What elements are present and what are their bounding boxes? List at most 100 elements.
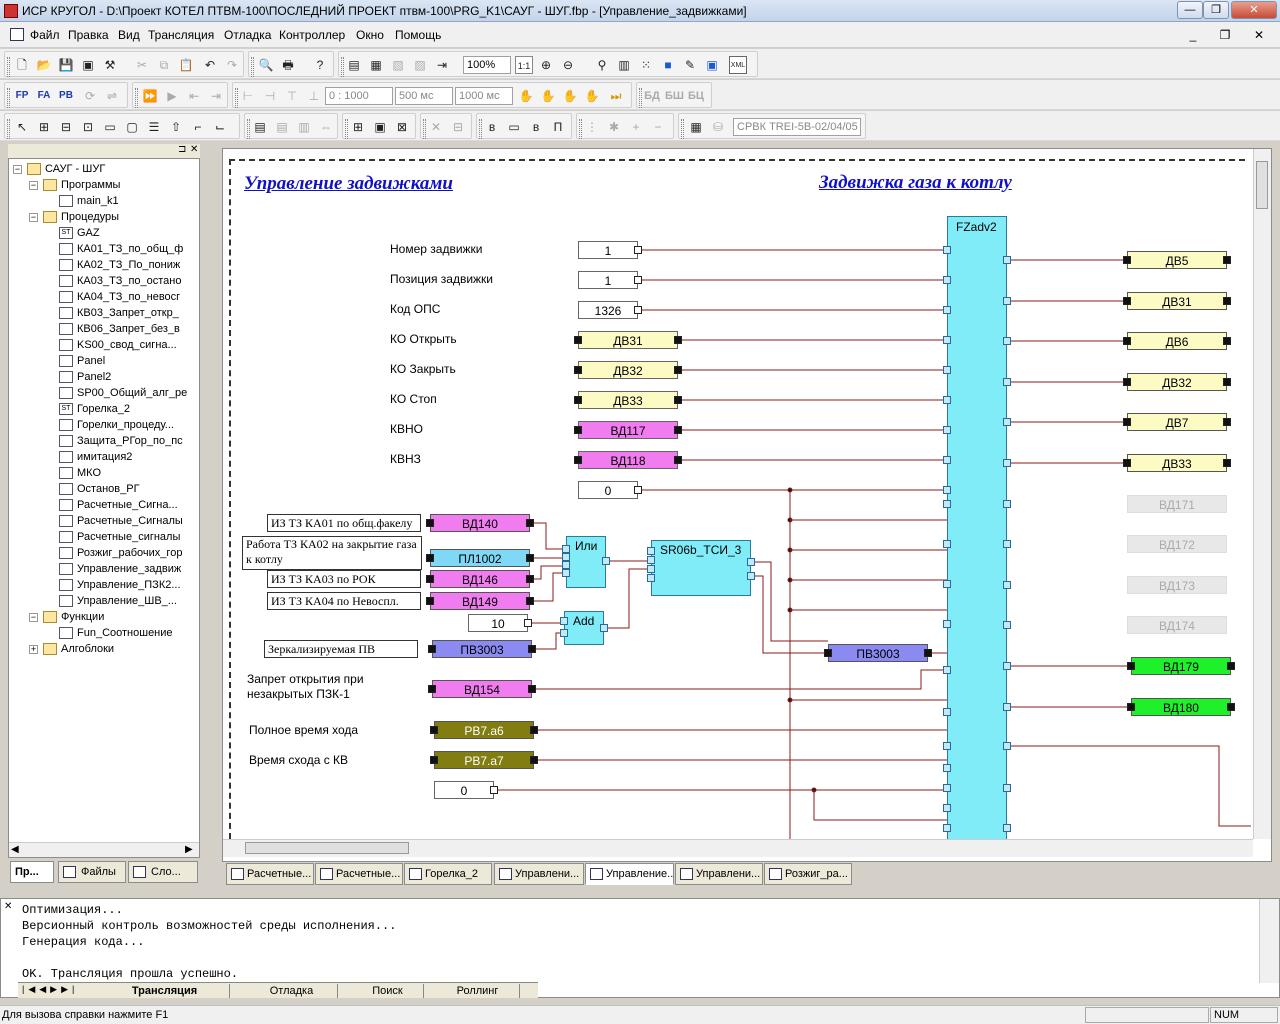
menu-debug[interactable]: Отладка [224,28,271,42]
right-terminal[interactable] [1223,378,1231,386]
output-tab-1[interactable]: Отладка [246,984,338,998]
save-all-icon[interactable]: ▣ [79,56,97,74]
pv3003-output[interactable]: ПВ3003 [828,644,928,662]
block-pin[interactable] [943,366,951,374]
block-pin[interactable] [1003,581,1011,589]
input-variable[interactable]: ДВ31 [578,331,678,349]
left-terminal[interactable] [1123,418,1131,426]
database-icon[interactable]: ▣ [703,56,721,74]
table-icon[interactable]: ▥ [615,56,633,74]
layout-1-icon[interactable]: ▤ [251,118,269,136]
output-variable[interactable]: ВД173 [1127,576,1227,594]
block-b2-icon[interactable]: ʙ [527,118,545,136]
output-variable[interactable]: ВД180 [1131,698,1231,716]
input-variable[interactable]: ДВ33 [578,391,678,409]
layout-2-icon[interactable]: ▤ [273,118,291,136]
output-tab-0[interactable]: Трансляция [100,984,230,998]
const-0[interactable]: 0 [434,781,494,799]
tree-item[interactable]: KS00_свод_сигна... [77,337,177,353]
left-terminal[interactable] [574,396,582,404]
comment[interactable]: Зеркализируемая ПВ [264,640,418,658]
step-over-icon[interactable]: ⇤ [185,87,203,105]
block-pin[interactable] [943,456,951,464]
left-tab-files[interactable]: Файлы [58,861,126,883]
tree-item[interactable]: Программы [61,177,120,193]
block-pin[interactable] [1003,337,1011,345]
left-terminal[interactable] [426,519,434,527]
input-variable[interactable]: 1 [578,271,638,289]
diagram-editor[interactable]: Управление задвижками Задвижка газа к кот… [222,148,1272,862]
new-file-icon[interactable]: 🗋 [13,56,31,74]
tree-expander[interactable]: − [13,165,22,174]
tree-item[interactable]: Горелки_процеду... [77,417,174,433]
block-pin[interactable] [943,784,951,792]
menu-view[interactable]: Вид [118,28,140,42]
redo-icon[interactable]: ↷ [223,56,241,74]
block-pin[interactable] [560,629,568,637]
right-terminal[interactable] [1223,459,1231,467]
left-terminal[interactable] [428,685,436,693]
hand-red-icon[interactable]: ✋ [539,87,557,105]
menu-file[interactable]: Файл [30,28,60,42]
right-terminal[interactable] [526,519,534,527]
input-variable[interactable]: ВД117 [578,421,678,439]
hand-icon[interactable]: ✋ [517,87,535,105]
block-pin[interactable] [943,486,951,494]
doc-tab[interactable]: Розжиг_ра... [764,863,852,885]
block-p-icon[interactable]: Π [549,118,567,136]
zoom-select[interactable]: 100% [463,56,511,74]
input-variable[interactable]: 1326 [578,301,638,319]
delete-2-icon[interactable]: ⊟ [449,118,467,136]
align-2-icon[interactable]: ▣ [371,118,389,136]
step-out-icon[interactable]: ⇥ [207,87,225,105]
right-terminal[interactable] [924,649,932,657]
block-pin[interactable] [943,804,951,812]
right-terminal[interactable] [634,306,642,314]
controller-2-icon[interactable]: ⛁ [709,118,727,136]
right-terminal[interactable] [526,597,534,605]
signal-variable[interactable]: РВ7.а6 [434,721,534,739]
vscroll-thumb[interactable] [1256,161,1268,209]
tree-item[interactable]: Расчетные_сигналы [77,529,180,545]
copy-icon[interactable]: ⧉ [155,56,173,74]
tree-item[interactable]: КВ06_Запрет_без_в [77,321,180,337]
left-terminal[interactable] [1123,297,1131,305]
block-pin[interactable] [943,426,951,434]
block-pin[interactable] [943,764,951,772]
block-pin[interactable] [943,306,951,314]
left-terminal[interactable] [574,366,582,374]
diagram-hscrollbar[interactable] [223,839,1253,857]
input-variable[interactable]: ДВ32 [578,361,678,379]
tree-item[interactable]: МКО [77,465,101,481]
time-range-field[interactable]: 0 : 1000 [325,87,393,105]
tree-item[interactable]: САУГ - ШУГ [45,161,105,177]
bsh-button[interactable]: БШ [665,87,684,105]
comment-icon[interactable]: ☰ [145,118,163,136]
left-tab-dictionaries[interactable]: Сло... [128,861,198,883]
scroll-right-icon[interactable]: ▶ [185,844,193,855]
minimize-button[interactable]: — [1177,1,1203,19]
right-terminal[interactable] [1227,703,1235,711]
block-icon[interactable]: ⊞ [35,118,53,136]
comment[interactable]: ИЗ ТЗ КА01 по общ.факелу [267,514,421,532]
undo-icon[interactable]: ↶ [201,56,219,74]
block-pin[interactable] [1003,378,1011,386]
diagram-vscrollbar[interactable] [1253,149,1271,839]
view-2-icon[interactable]: ▦ [367,56,385,74]
pin-2-icon[interactable]: ✱ [605,118,623,136]
tree-item[interactable]: Расчетные_Сигна... [77,497,178,513]
block-pin[interactable] [1003,824,1011,832]
help-icon[interactable]: ? [311,56,329,74]
right-terminal[interactable] [674,456,682,464]
output-variable[interactable]: ДВ7 [1127,413,1227,431]
doc-tab[interactable]: Горелка_2 [404,863,492,885]
bc-button[interactable]: БЦ [687,87,705,105]
tree-expander[interactable]: + [29,645,38,654]
step-field-2[interactable]: 1000 мс [455,87,513,105]
left-terminal[interactable] [1127,703,1135,711]
mdi-restore-button[interactable]: ❐ [1214,26,1236,44]
signal-variable[interactable]: ПВ3003 [432,640,532,658]
left-terminal[interactable] [1123,337,1131,345]
left-terminal[interactable] [430,756,438,764]
output-variable[interactable]: ДВ32 [1127,373,1227,391]
